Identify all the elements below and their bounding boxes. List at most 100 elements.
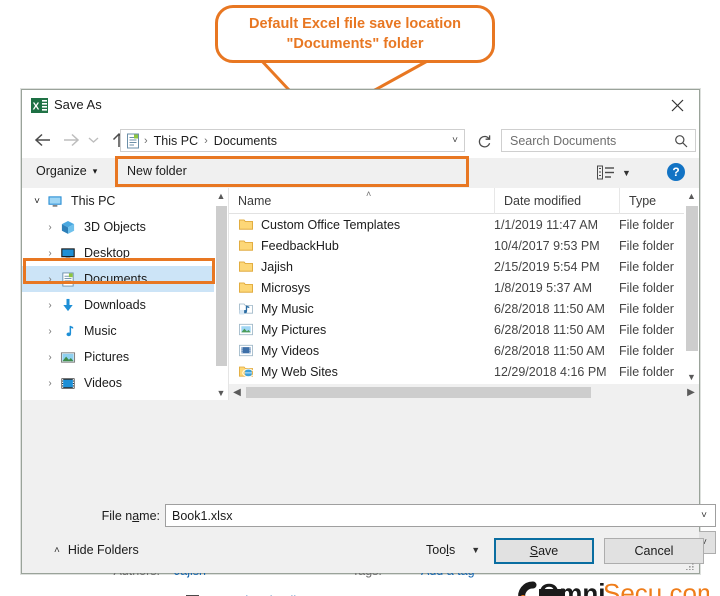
hide-folders-button[interactable]: ˄ Hide Folders [54,543,139,557]
file-rows: Custom Office Templates 1/1/2019 11:47 AM… [229,214,699,382]
callout-annotation: Default Excel file save location "Docume… [215,5,495,140]
callout-line-2: "Documents" folder [286,36,424,52]
scroll-up-icon[interactable]: ▲ [684,188,699,203]
table-row[interactable]: Microsys 1/8/2019 5:37 AM File folder [229,277,699,298]
save-button[interactable]: Save [494,538,594,564]
view-layout-icon[interactable] [597,165,615,181]
file-name: FeedbackHub [261,238,339,253]
chevron-down-icon[interactable]: ˅ [701,510,707,521]
chevron-down-icon[interactable]: ˅ [28,196,46,207]
organize-label: Organize [36,164,87,178]
forward-arrow-icon [59,128,83,152]
file-name: Jajish [261,259,293,274]
file-type: File folder [619,259,674,274]
chevron-right-icon[interactable]: › [41,248,59,259]
callout-line-1: Default Excel file save location [249,16,461,32]
help-button[interactable]: ? [667,163,685,181]
chevron-right-icon[interactable]: › [41,222,59,233]
file-name: Custom Office Templates [261,217,401,232]
file-list-horizontal-scrollbar[interactable]: ◀ ▶ [229,384,699,400]
file-name: My Music [261,301,314,316]
organize-button[interactable]: Organize ▾ [36,164,97,178]
resize-grip-icon[interactable] [685,560,695,570]
table-row[interactable]: My Videos 6/28/2018 11:50 AM File folder [229,340,699,361]
folder-icon [239,219,253,230]
file-type: File folder [619,343,674,358]
folder-tree: ˅ This PC › 3D Objects › Desktop › Documents › Do… [22,188,228,400]
chevron-down-icon: ▼ [471,545,481,555]
breadcrumb-documents[interactable]: Documents [211,134,280,148]
videos-folder-icon [239,344,253,357]
scroll-up-icon[interactable]: ▲ [214,188,228,203]
breadcrumb-this-pc[interactable]: This PC [151,134,201,148]
address-chevron-down-icon[interactable]: ˅ [452,135,458,146]
sort-ascending-icon: ˄ [366,189,372,199]
chevron-up-icon: ˄ [54,544,60,556]
sidebar-item-label: This PC [71,194,116,208]
sidebar-item-downloads[interactable]: › Downloads [22,292,228,318]
folder-icon [239,261,253,272]
sidebar-item-videos[interactable]: › Videos [22,370,228,396]
scrollbar-thumb[interactable] [246,387,591,398]
scroll-left-icon[interactable]: ◀ [229,384,245,400]
table-row[interactable]: FeedbackHub 10/4/2017 9:53 PM File folder [229,235,699,256]
back-arrow-icon[interactable] [30,128,54,152]
sidebar-item-this-pc[interactable]: ˅ This PC [22,188,228,214]
file-date-modified: 1/8/2019 5:37 AM [494,280,592,295]
music-icon [66,325,74,336]
tools-button[interactable]: Tools ▼ [426,543,480,557]
new-folder-button[interactable]: New folder [127,164,187,178]
chevron-right-icon[interactable]: › [41,352,59,363]
scroll-down-icon[interactable]: ▼ [684,369,699,384]
sidebar-item-desktop[interactable]: › Desktop [22,240,228,266]
documents-icon [59,271,77,287]
file-list-scrollbar[interactable]: ▲ ▼ [684,188,699,384]
monitor-icon [48,195,62,207]
sidebar-item-pictures[interactable]: › Pictures [22,344,228,370]
sidebar-item-label: Downloads [84,298,146,312]
music-folder-icon [239,303,253,315]
column-header-name[interactable]: Name [229,188,494,214]
chevron-right-icon[interactable]: › [41,274,59,285]
omnisecu-logo: Omni Secu.com feed your brain [518,578,709,596]
table-row[interactable]: My Web Sites 12/29/2018 4:16 PM File folde… [229,361,699,382]
sidebar-item-documents[interactable]: › Documents [22,266,228,292]
address-bar[interactable]: › This PC › Documents ˅ [120,129,465,152]
svg-text:X: X [33,102,40,113]
dialog-panes: ˅ This PC › 3D Objects › Desktop › Documents › Do… [22,188,699,400]
sidebar-item-music[interactable]: › Music [22,318,228,344]
file-date-modified: 6/28/2018 11:50 AM [494,301,605,316]
scrollbar-thumb[interactable] [686,206,698,351]
search-input[interactable]: Search Documents [501,129,696,152]
chevron-right-icon[interactable]: › [41,378,59,389]
scroll-right-icon[interactable]: ▶ [683,384,699,400]
scrollbar-thumb[interactable] [216,206,227,366]
folder-icon [238,280,254,295]
refresh-icon[interactable] [474,131,494,151]
table-row[interactable]: Jajish 2/15/2019 5:54 PM File folder [229,256,699,277]
scroll-down-icon[interactable]: ▼ [214,385,228,400]
file-list-pane: Name ˄ Date modified Type Custom Office … [229,188,699,400]
filename-input[interactable]: Book1.xlsx ˅ [165,504,716,527]
sidebar-item-3d-objects[interactable]: › 3D Objects [22,214,228,240]
table-row[interactable]: Custom Office Templates 1/1/2019 11:47 AM… [229,214,699,235]
folder-icon [238,259,254,274]
chevron-right-icon[interactable]: › [41,326,59,337]
column-header-date-modified[interactable]: Date modified [494,188,619,214]
sidebar-item-label: Videos [84,376,122,390]
chevron-right-icon[interactable]: › [41,300,59,311]
recent-locations-chevron-down-icon [84,128,102,152]
pictures-folder-icon [239,323,253,336]
table-row[interactable]: My Pictures 6/28/2018 11:50 AM File folder [229,319,699,340]
navpane-scrollbar[interactable]: ▲ ▼ [214,188,228,400]
sidebar-item-label: Music [84,324,117,338]
music-icon [59,323,77,339]
view-chevron-down-icon[interactable]: ▼ [622,168,631,178]
table-row[interactable]: My Music 6/28/2018 11:50 AM File folder [229,298,699,319]
tools-label: Tools [426,543,456,557]
close-icon[interactable] [655,90,699,120]
file-date-modified: 6/28/2018 11:50 AM [494,343,605,358]
logo-part2: Secu.com [603,578,709,596]
file-date-modified: 6/28/2018 11:50 AM [494,322,605,337]
excel-icon: X [31,98,48,113]
